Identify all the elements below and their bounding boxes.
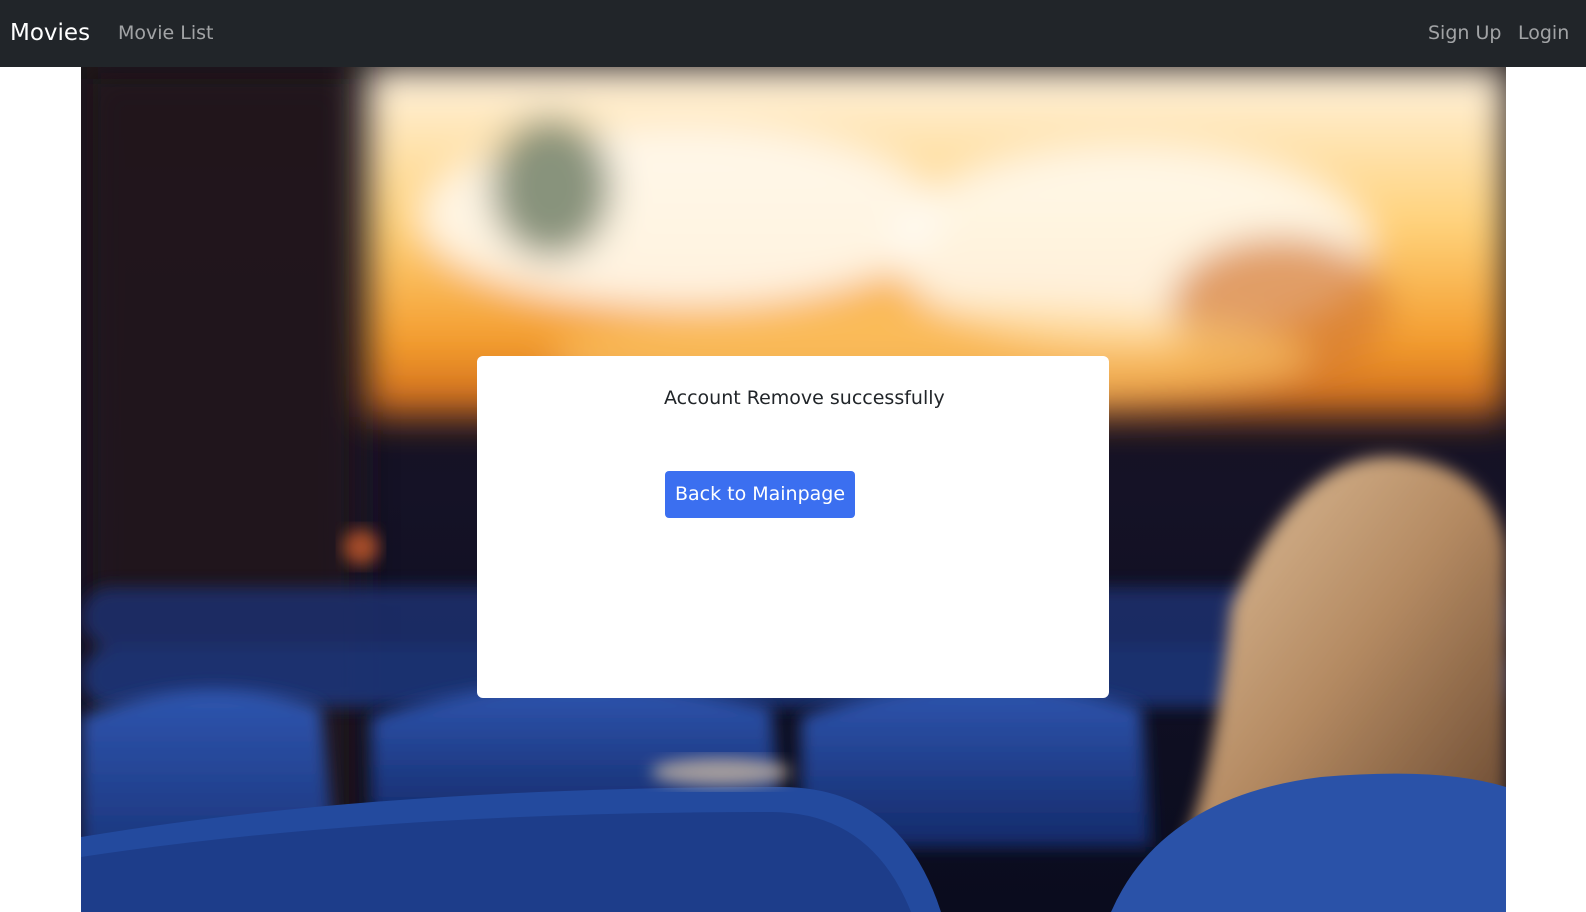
nav-link-login[interactable]: Login bbox=[1518, 20, 1569, 46]
back-to-mainpage-button[interactable]: Back to Mainpage bbox=[665, 471, 855, 518]
brand-link[interactable]: Movies bbox=[10, 16, 90, 50]
navbar: Movies Movie List Sign Up Login bbox=[0, 0, 1586, 67]
nav-link-sign-up[interactable]: Sign Up bbox=[1428, 20, 1501, 46]
nav-link-movie-list[interactable]: Movie List bbox=[118, 20, 213, 46]
status-message: Account Remove successfully bbox=[664, 387, 945, 409]
